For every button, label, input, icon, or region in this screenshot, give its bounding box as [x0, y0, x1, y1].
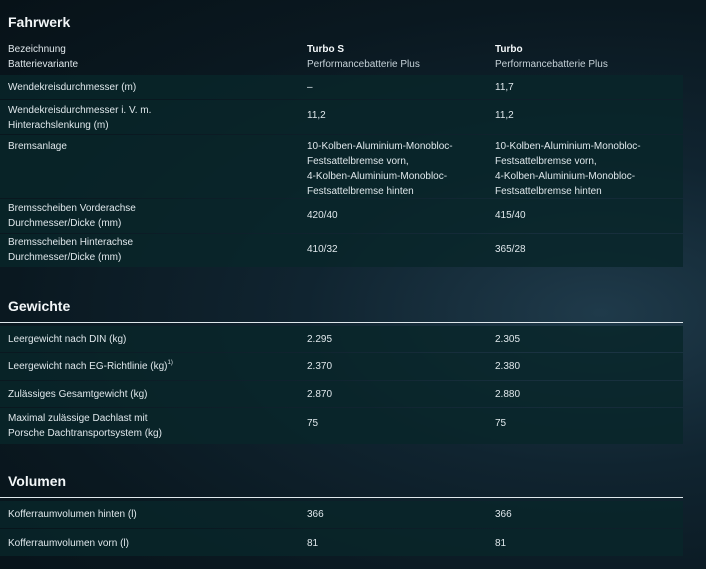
table-row: Kofferraumvolumen vorn (l) 81 81	[0, 529, 683, 556]
table-row: Kofferraumvolumen hinten (l) 366 366	[0, 501, 683, 528]
table-row: Bremsscheiben Hinterachse Durchmesser/Di…	[0, 234, 683, 267]
header-label: Bezeichnung Batterievariante	[8, 44, 79, 70]
table-row: Wendekreisdurchmesser (m) – 11,7	[0, 75, 683, 99]
section-title-gewichte: Gewichte	[8, 298, 71, 314]
header-col-turbo: Turbo Performancebatterie Plus	[495, 44, 608, 70]
table-row: Bremsanlage 10-Kolben-Aluminium-Monobloc…	[0, 135, 683, 198]
section-title-fahrwerk: Fahrwerk	[8, 14, 71, 30]
table-row: Zulässiges Gesamtgewicht (kg) 2.870 2.88…	[0, 381, 683, 407]
table-row: Bremsscheiben Vorderachse Durchmesser/Di…	[0, 199, 683, 233]
header-col-turbo-s: Turbo S Performancebatterie Plus	[307, 44, 420, 70]
table-row: Leergewicht nach DIN (kg) 2.295 2.305	[0, 326, 683, 352]
table-header-row: Bezeichnung Batterievariante Turbo S Per…	[0, 42, 683, 72]
section-title-volumen: Volumen	[8, 473, 67, 489]
table-row: Leergewicht nach EG-Richtlinie (kg)1) 2.…	[0, 353, 683, 380]
spec-table: Fahrwerk Bezeichnung Batterievariante Tu…	[0, 0, 683, 556]
table-row: Wendekreisdurchmesser i. V. m. Hinterach…	[0, 100, 683, 134]
table-row: Maximal zulässige Dachlast mit Porsche D…	[0, 408, 683, 444]
